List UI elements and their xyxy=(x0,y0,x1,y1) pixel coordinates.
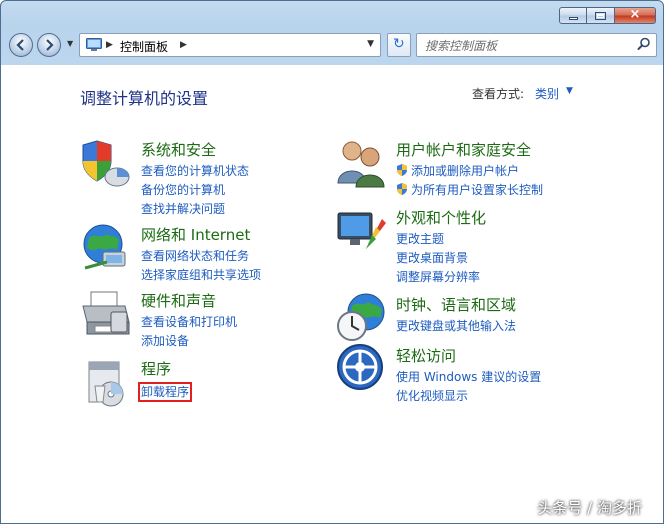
view-by-dropdown[interactable]: 类别 xyxy=(535,85,559,102)
link-troubleshoot[interactable]: 查找并解决问题 xyxy=(141,200,249,219)
category-title[interactable]: 用户帐户和家庭安全 xyxy=(396,139,531,160)
category-links: 使用 Windows 建议的设置 优化视频显示 xyxy=(396,368,541,406)
close-button[interactable]: × xyxy=(615,7,656,24)
link-uninstall-program[interactable]: 卸载程序 xyxy=(137,382,193,402)
link-text[interactable]: 为所有用户设置家长控制 xyxy=(411,183,543,197)
link-devices-printers[interactable]: 查看设备和打印机 xyxy=(141,313,237,332)
category-links: 卸载程序 xyxy=(137,381,193,402)
refresh-icon: ↻ xyxy=(393,36,405,52)
link-add-device[interactable]: 添加设备 xyxy=(141,332,237,351)
link-view-computer-status[interactable]: 查看您的计算机状态 xyxy=(141,162,249,181)
caption-buttons: × xyxy=(559,7,656,24)
search-box[interactable] xyxy=(416,33,657,57)
link-desktop-background[interactable]: 更改桌面背景 xyxy=(396,249,480,268)
category-links: 更改主题 更改桌面背景 调整屏幕分辨率 xyxy=(396,230,480,287)
link-text[interactable]: 添加或删除用户帐户 xyxy=(411,164,519,178)
minimize-button[interactable] xyxy=(559,7,587,24)
breadcrumb-separator-icon[interactable]: ▶ xyxy=(180,40,187,50)
refresh-button[interactable]: ↻ xyxy=(387,33,411,57)
printer-icon[interactable] xyxy=(81,288,133,340)
category-title[interactable]: 网络和 Internet xyxy=(141,224,250,245)
maximize-button[interactable] xyxy=(587,7,615,24)
category-title[interactable]: 硬件和声音 xyxy=(141,290,216,311)
control-panel-window: × ▼ ▶ 控制面板 ▶ ▼ ↻ 搜索控制面板 调整计算机的设置 查看方式: 类… xyxy=(0,0,664,524)
category-title[interactable]: 程序 xyxy=(141,358,171,379)
category-title[interactable]: 系统和安全 xyxy=(141,139,216,160)
clock-globe-icon[interactable] xyxy=(336,292,388,344)
link-network-status[interactable]: 查看网络状态和任务 xyxy=(141,247,261,266)
system-security-shield-icon[interactable] xyxy=(81,137,133,189)
users-icon[interactable] xyxy=(336,137,388,189)
forward-button[interactable] xyxy=(37,33,61,57)
link-homegroup-sharing[interactable]: 选择家庭组和共享选项 xyxy=(141,266,261,285)
link-recommended-settings[interactable]: 使用 Windows 建议的设置 xyxy=(396,368,541,387)
view-by-chevron-icon[interactable]: ▼ xyxy=(566,86,573,96)
category-title[interactable]: 轻松访问 xyxy=(396,345,456,366)
link-parental-controls[interactable]: 为所有用户设置家长控制 xyxy=(396,181,543,200)
network-globe-icon[interactable] xyxy=(81,222,133,274)
forward-arrow-icon xyxy=(46,39,54,51)
link-backup-computer[interactable]: 备份您的计算机 xyxy=(141,181,249,200)
link-screen-resolution[interactable]: 调整屏幕分辨率 xyxy=(396,268,480,287)
category-links: 查看网络状态和任务 选择家庭组和共享选项 xyxy=(141,247,261,285)
watermark: 头条号 / 淘多折 xyxy=(537,499,642,517)
address-bar[interactable]: ▶ 控制面板 ▶ ▼ xyxy=(79,33,381,57)
minimize-icon xyxy=(569,17,578,20)
page-title: 调整计算机的设置 xyxy=(80,89,209,108)
category-links: 查看设备和打印机 添加设备 xyxy=(141,313,237,351)
link-change-theme[interactable]: 更改主题 xyxy=(396,230,480,249)
programs-icon[interactable] xyxy=(81,356,133,408)
link-optimize-display[interactable]: 优化视频显示 xyxy=(396,387,541,406)
back-arrow-icon xyxy=(16,39,24,51)
appearance-monitor-icon[interactable] xyxy=(336,205,388,257)
highlight-box[interactable]: 卸载程序 xyxy=(137,382,193,402)
view-by-label: 查看方式: xyxy=(472,87,525,101)
category-links: 查看您的计算机状态 备份您的计算机 查找并解决问题 xyxy=(141,162,249,219)
content-pane: 调整计算机的设置 查看方式: 类别 ▼ 系统和安全 查看您的计算机状态 备份您的… xyxy=(2,65,663,523)
category-links: 更改键盘或其他输入法 xyxy=(396,317,516,336)
link-change-input-method[interactable]: 更改键盘或其他输入法 xyxy=(396,317,516,336)
category-title[interactable]: 时钟、语言和区域 xyxy=(396,294,516,315)
address-dropdown-icon[interactable]: ▼ xyxy=(367,39,374,49)
search-icon[interactable] xyxy=(637,37,651,51)
maximize-icon xyxy=(595,12,606,20)
breadcrumb-separator-icon[interactable]: ▶ xyxy=(106,40,113,50)
category-links: 添加或删除用户帐户 为所有用户设置家长控制 xyxy=(396,162,543,200)
search-input[interactable] xyxy=(423,37,627,55)
back-button[interactable] xyxy=(9,33,33,57)
recent-pages-chevron-icon[interactable]: ▼ xyxy=(67,39,73,48)
uac-shield-icon xyxy=(397,164,407,176)
link-add-remove-accounts[interactable]: 添加或删除用户帐户 xyxy=(396,162,543,181)
navigation-bar: ▼ ▶ 控制面板 ▶ ▼ ↻ xyxy=(9,31,657,59)
control-panel-icon xyxy=(86,38,102,51)
category-title[interactable]: 外观和个性化 xyxy=(396,207,486,228)
uac-shield-icon xyxy=(397,183,407,195)
breadcrumb-control-panel[interactable]: 控制面板 xyxy=(120,38,168,55)
ease-of-access-icon[interactable] xyxy=(336,343,388,395)
close-icon: × xyxy=(629,7,641,22)
